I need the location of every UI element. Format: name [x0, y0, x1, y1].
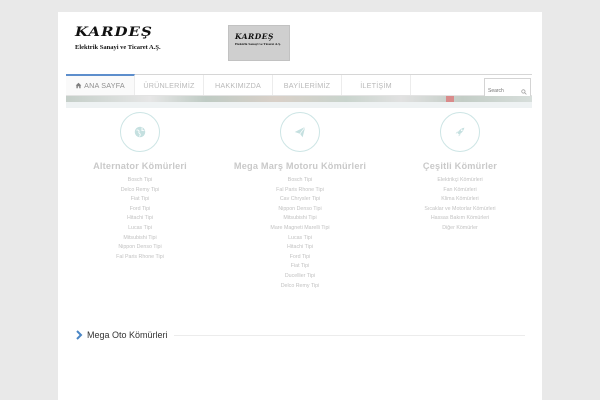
feature-list-item[interactable]: Sıcaklar ve Motorlar Kömürleri: [380, 205, 540, 215]
feature-list-item[interactable]: Nippon Denso Tipi: [220, 205, 380, 215]
feature-list-item[interactable]: Cav Chrysler Tipi: [220, 195, 380, 205]
feature-list-item[interactable]: Klima Kömürleri: [380, 195, 540, 205]
nav-item-label: İLETİŞİM: [360, 80, 392, 90]
section-header: Mega Oto Kömürleri: [75, 328, 525, 342]
feature-column-various: Çeşitli Kömürler Elektrikçi Kömürleri Fa…: [380, 110, 540, 234]
feature-list-item[interactable]: Ford Tipi: [220, 253, 380, 263]
feature-list-item[interactable]: Mitsubishi Tipi: [60, 234, 220, 244]
feature-list-item[interactable]: Delco Remy Tipi: [220, 282, 380, 292]
feature-list-item[interactable]: Fiat Tipi: [60, 195, 220, 205]
feature-list-item[interactable]: Bosch Tipi: [220, 176, 380, 186]
feature-list-item[interactable]: Ford Tipi: [60, 205, 220, 215]
feature-title: Mega Marş Motoru Kömürleri: [233, 161, 367, 171]
nav-item-contact[interactable]: İLETİŞİM: [342, 75, 411, 95]
feature-list-item[interactable]: Mare Magneti Marelli Tipi: [220, 224, 380, 234]
nav-item-products[interactable]: ÜRÜNLERİMİZ: [135, 75, 204, 95]
nav-item-label: ÜRÜNLERİMİZ: [143, 80, 195, 90]
feature-list-item[interactable]: Lucas Tipi: [60, 224, 220, 234]
paper-plane-icon: [294, 126, 306, 138]
search-icon[interactable]: [521, 89, 527, 95]
feature-list: Bosch Tipi Delco Remy Tipi Fiat Tipi For…: [60, 176, 220, 262]
feature-column-starter: Mega Marş Motoru Kömürleri Bosch Tipi Fa…: [220, 110, 380, 291]
feature-list-item[interactable]: Elektrikçi Kömürleri: [380, 176, 540, 186]
globe-icon: [134, 126, 146, 138]
feature-list-item[interactable]: Fiat Tipi: [220, 262, 380, 272]
rocket-icon: [455, 127, 465, 137]
main-nav: ANA SAYFA ÜRÜNLERİMİZ HAKKIMIZDA BAYİLER…: [66, 74, 532, 96]
feature-list-item[interactable]: Nippon Denso Tipi: [60, 243, 220, 253]
section-title: Mega Oto Kömürleri: [87, 330, 168, 340]
feature-list-item[interactable]: Delco Remy Tipi: [60, 186, 220, 196]
feature-list-item[interactable]: Diğer Kömürler: [380, 224, 540, 234]
feature-column-alternator: Alternator Kömürleri Bosch Tipi Delco Re…: [60, 110, 220, 262]
feature-title: Alternator Kömürleri: [93, 161, 187, 171]
section-divider: [173, 334, 525, 336]
secondary-logo-box: KARDEŞ Elektrik Sanayi ve Ticaret A.Ş.: [228, 25, 290, 61]
features-section: Alternator Kömürleri Bosch Tipi Delco Re…: [58, 110, 542, 300]
feature-list-item[interactable]: Ducellier Tipi: [220, 272, 380, 282]
feature-list-item[interactable]: Mitsubishi Tipi: [220, 214, 380, 224]
feature-list-item[interactable]: Fal Paris Rhone Tipi: [60, 253, 220, 263]
page-container: KARDEŞ Elektrik Sanayi ve Ticaret A.Ş. K…: [58, 12, 542, 400]
secondary-logo-subtitle: Elektrik Sanayi ve Ticaret A.Ş.: [235, 42, 282, 46]
feature-icon-circle: [440, 112, 480, 152]
feature-list: Elektrikçi Kömürleri Fan Kömürleri Klima…: [380, 176, 540, 234]
feature-list-item[interactable]: Hitachi Tipi: [220, 243, 380, 253]
nav-item-label: HAKKIMIZDA: [215, 80, 261, 90]
feature-list: Bosch Tipi Fal Paris Rhone Tipi Cav Chry…: [220, 176, 380, 291]
feature-list-item[interactable]: Fan Kömürleri: [380, 186, 540, 196]
nav-item-about[interactable]: HAKKIMIZDA: [204, 75, 273, 95]
feature-icon-circle: [280, 112, 320, 152]
site-logo[interactable]: KARDEŞ Elektrik Sanayi ve Ticaret A.Ş.: [75, 24, 185, 51]
feature-list-item[interactable]: Hitachi Tipi: [60, 214, 220, 224]
search-input[interactable]: [485, 86, 525, 96]
feature-icon-circle: [120, 112, 160, 152]
nav-item-label: ANA SAYFA: [84, 81, 125, 90]
feature-list-item[interactable]: Hassas Bakım Kömürleri: [380, 214, 540, 224]
nav-item-dealers[interactable]: BAYİLERİMİZ: [273, 75, 342, 95]
logo-subtitle: Elektrik Sanayi ve Ticaret A.Ş.: [75, 44, 161, 51]
feature-list-item[interactable]: Fal Paris Rhone Tipi: [220, 186, 380, 196]
logo-brand-text: KARDEŞ: [75, 24, 153, 40]
chevron-right-icon: [76, 330, 83, 340]
feature-title: Çeşitli Kömürler: [422, 161, 498, 171]
nav-item-home[interactable]: ANA SAYFA: [66, 74, 135, 95]
nav-item-label: BAYİLERİMİZ: [283, 80, 331, 90]
feature-list-item[interactable]: Lucas Tipi: [220, 234, 380, 244]
banner-shadow: [66, 102, 532, 108]
feature-list-item[interactable]: Bosch Tipi: [60, 176, 220, 186]
secondary-logo-brand: KARDEŞ: [235, 32, 274, 41]
search-box: [484, 78, 531, 97]
home-icon: [75, 82, 82, 89]
